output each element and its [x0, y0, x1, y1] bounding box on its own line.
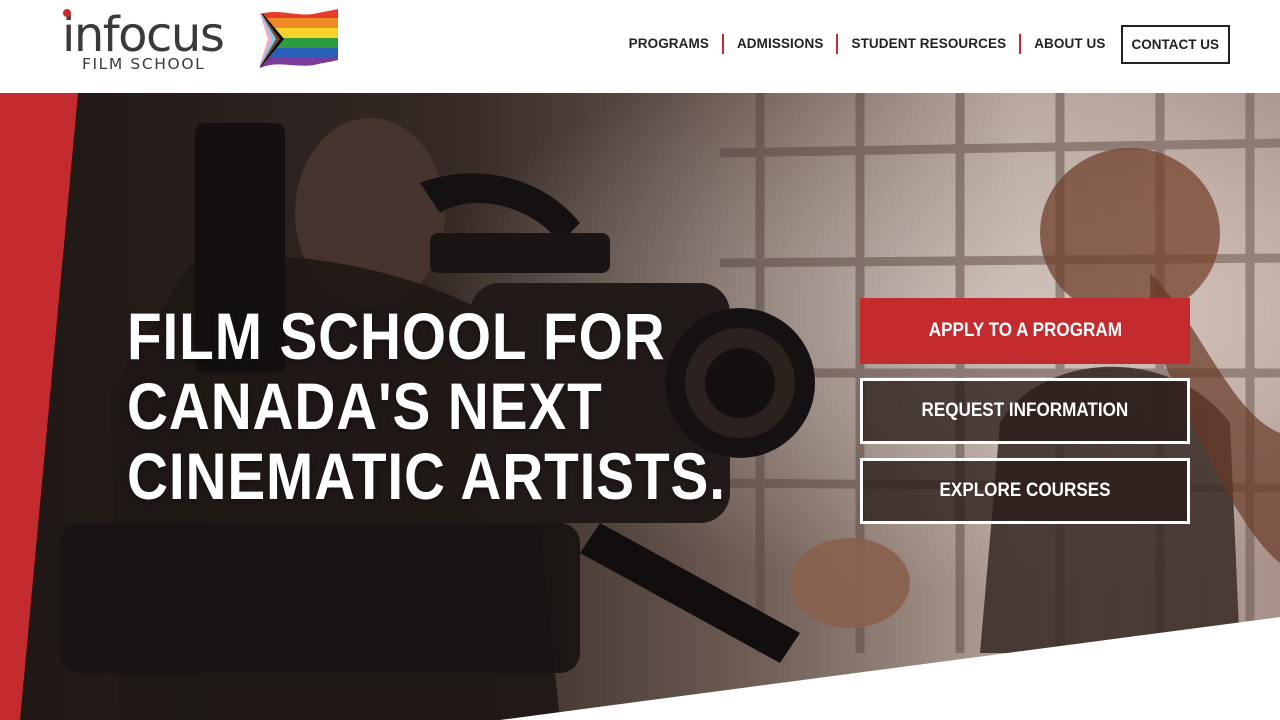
main-nav: PROGRAMS ADMISSIONS STUDENT RESOURCES AB…	[616, 22, 1230, 66]
nav-about-us[interactable]: ABOUT US	[1021, 34, 1118, 54]
request-button-label: REQUEST INFORMATION	[921, 400, 1129, 421]
request-information-button[interactable]: REQUEST INFORMATION	[860, 378, 1190, 444]
nav-student-resources[interactable]: STUDENT RESOURCES	[838, 34, 1019, 54]
site-header: infocus FILM SCHOOL PROGRAMS ADMISSIONS …	[0, 0, 1280, 93]
nav-admissions[interactable]: ADMISSIONS	[724, 34, 837, 54]
headline-line: CINEMATIC ARTISTS.	[127, 439, 726, 513]
nav-programs[interactable]: PROGRAMS	[616, 34, 722, 54]
progress-pride-flag-icon	[260, 9, 338, 68]
hero-section: FILM SCHOOL FOR CANADA'S NEXT CINEMATIC …	[0, 93, 1280, 720]
contact-us-button[interactable]: CONTACT US	[1120, 24, 1230, 64]
infocus-logo[interactable]: infocus FILM SCHOOL	[62, 6, 342, 78]
explore-courses-button[interactable]: EXPLORE COURSES	[860, 458, 1190, 524]
hero-headline: FILM SCHOOL FOR CANADA'S NEXT CINEMATIC …	[127, 301, 746, 511]
explore-button-label: EXPLORE COURSES	[939, 480, 1111, 501]
headline-line: CANADA'S NEXT	[127, 369, 603, 443]
logo-dot	[63, 9, 71, 17]
logo-subtitle: FILM SCHOOL	[82, 55, 206, 73]
headline-line: FILM SCHOOL FOR	[127, 299, 666, 373]
apply-button-label: APPLY TO A PROGRAM	[928, 320, 1122, 341]
apply-to-program-button[interactable]: APPLY TO A PROGRAM	[860, 298, 1190, 364]
